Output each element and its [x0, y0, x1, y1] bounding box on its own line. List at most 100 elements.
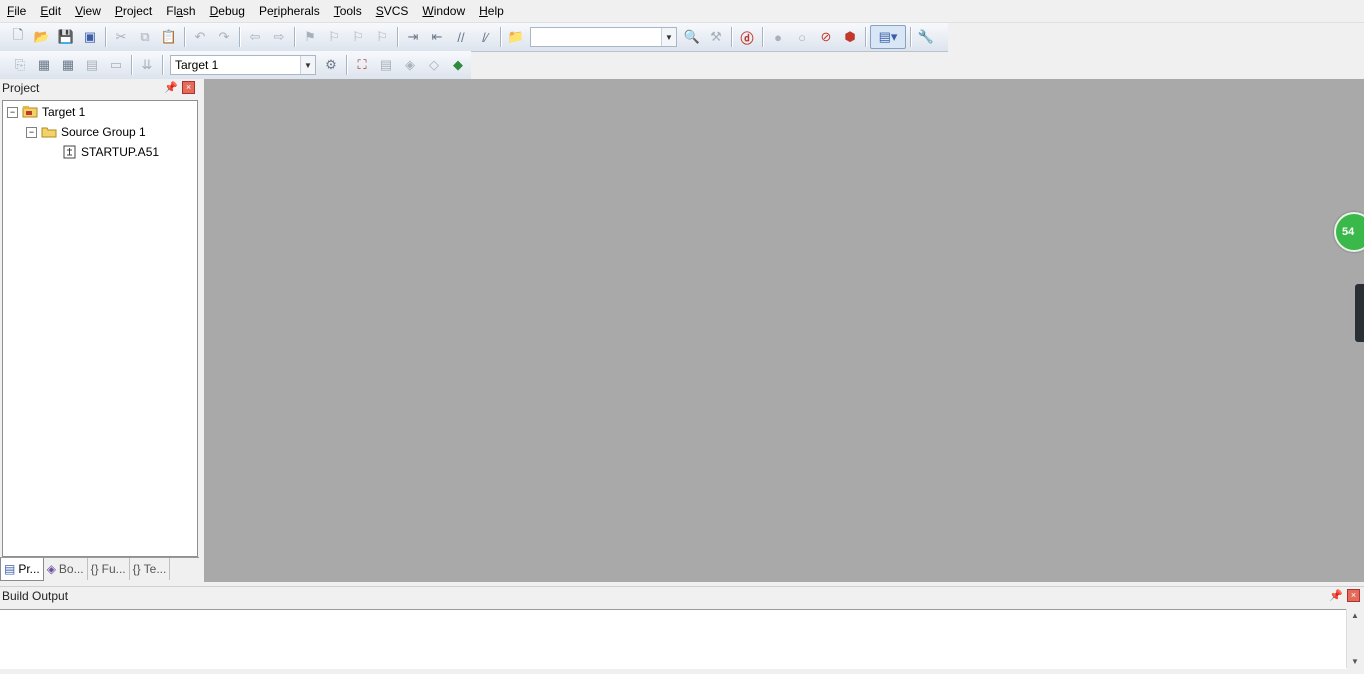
build-output-pane: Build Output 📌 × ▲ ▼ — [0, 586, 1364, 674]
comment-icon[interactable]: // — [450, 26, 472, 48]
tab-books[interactable]: ◈ Bo... — [44, 558, 88, 580]
kill-all-breakpoints-icon[interactable]: ⬢ — [839, 26, 861, 48]
bookmark-icon[interactable]: ⚑ — [299, 26, 321, 48]
disable-all-breakpoints-icon[interactable]: ⊘ — [815, 26, 837, 48]
tab-templates-label: Te... — [143, 562, 167, 576]
tab-templates[interactable]: {} Te... — [130, 558, 171, 580]
manage-components-icon[interactable]: ▤ — [375, 54, 397, 76]
menu-text: ebug — [218, 4, 245, 18]
menu-item[interactable]: File — [0, 0, 33, 22]
batch-build-icon[interactable]: ▤ — [81, 54, 103, 76]
chevron-down-icon[interactable]: ▼ — [661, 28, 676, 46]
project-pane-tabs: ▤ Pr... ◈ Bo... {} Fu... {} Te... — [0, 557, 199, 583]
menu-text: sh — [182, 4, 196, 18]
tab-project[interactable]: ▤ Pr... — [0, 558, 44, 581]
menu-mnemonic: P — [114, 4, 123, 18]
menu-item[interactable]: Flash — [159, 0, 202, 22]
menu-text: iew — [82, 4, 101, 18]
next-bookmark-icon[interactable]: ⚐ — [347, 26, 369, 48]
target-select[interactable]: Target 1 ▼ — [170, 55, 316, 75]
tree-node-group[interactable]: − Source Group 1 — [26, 122, 146, 142]
download-icon[interactable]: ⇊ — [136, 54, 158, 76]
close-icon[interactable]: × — [182, 81, 195, 94]
undo-icon[interactable]: ↶ — [189, 26, 211, 48]
save-all-icon[interactable]: ▣ — [79, 26, 101, 48]
find-icon[interactable]: 🔍 — [681, 26, 703, 48]
tab-books-label: Bo... — [58, 562, 84, 576]
collapse-icon[interactable]: − — [26, 126, 37, 138]
tree-label-file: STARTUP.A51 — [81, 145, 160, 159]
menu-item[interactable]: Peripherals — [252, 0, 327, 22]
save-icon[interactable]: 💾 — [55, 26, 77, 48]
select-packs-icon[interactable]: ◈ — [399, 54, 421, 76]
target-select-value: Target 1 — [175, 58, 219, 72]
open-file-icon[interactable]: 📂 — [31, 26, 53, 48]
project-pane: Project 📌 × − Target 1 − Source Group 1 … — [0, 79, 199, 582]
toolbar-separator — [131, 55, 132, 75]
navigate-back-icon[interactable]: ⇦ — [244, 26, 266, 48]
menu-item[interactable]: SVCS — [369, 0, 416, 22]
menu-mnemonic: W — [422, 4, 434, 18]
menu-item[interactable]: Edit — [33, 0, 68, 22]
stop-build-icon[interactable]: ▭ — [105, 54, 127, 76]
chevron-down-icon[interactable]: ▼ — [300, 56, 315, 74]
tab-functions[interactable]: {} Fu... — [88, 558, 130, 580]
menu-item[interactable]: Tools — [327, 0, 369, 22]
breakpoint-icon[interactable]: ● — [767, 26, 789, 48]
target-options-icon[interactable]: ⚙ — [320, 54, 342, 76]
window-layout-icon[interactable]: ▤▾ — [870, 25, 906, 49]
overlay-badge[interactable]: 54 — [1334, 212, 1364, 252]
indent-icon[interactable]: ⇥ — [402, 26, 424, 48]
output-scrollbar[interactable]: ▲ ▼ — [1346, 609, 1364, 668]
redo-icon[interactable]: ↷ — [213, 26, 235, 48]
navigate-forward-icon[interactable]: ⇨ — [268, 26, 290, 48]
tab-functions-label: Fu... — [101, 562, 126, 576]
close-icon[interactable]: × — [1347, 589, 1360, 602]
disable-breakpoint-icon[interactable]: ○ — [791, 26, 813, 48]
rte-icon[interactable]: ◆ — [447, 54, 469, 76]
debug-session-icon[interactable]: ⓓ — [736, 26, 758, 48]
menu-mnemonic: H — [479, 4, 488, 18]
project-pane-header: Project 📌 × — [0, 79, 199, 98]
configure-icon[interactable]: 🔧 — [915, 26, 937, 48]
build-output-text[interactable] — [0, 609, 1347, 669]
pack-installer-icon[interactable]: ◇ — [423, 54, 445, 76]
menu-mnemonic: a — [176, 4, 183, 18]
build-output-header: Build Output 📌 × — [0, 587, 1364, 606]
prev-bookmark-icon[interactable]: ⚐ — [323, 26, 345, 48]
find-combo[interactable]: ▼ — [530, 27, 677, 47]
scroll-down-icon[interactable]: ▼ — [1351, 657, 1359, 666]
toolbar-separator — [865, 27, 866, 47]
incremental-find-icon[interactable]: ⚒ — [705, 26, 727, 48]
paste-icon[interactable]: 📋 — [158, 26, 180, 48]
side-drawer-handle[interactable] — [1355, 284, 1364, 342]
build-icon[interactable]: ▦ — [33, 54, 55, 76]
menu-item[interactable]: View — [68, 0, 108, 22]
menu-item[interactable]: Window — [415, 0, 472, 22]
menu-item[interactable]: Debug — [203, 0, 252, 22]
menu-item[interactable]: Help — [472, 0, 511, 22]
scroll-up-icon[interactable]: ▲ — [1351, 611, 1359, 620]
translate-icon[interactable]: ⎘ — [9, 54, 31, 76]
find-in-files-icon[interactable]: 📁 — [505, 26, 527, 48]
unindent-icon[interactable]: ⇤ — [426, 26, 448, 48]
tree-node-target[interactable]: − Target 1 — [7, 102, 85, 122]
uncomment-icon[interactable]: /⁄ — [474, 26, 496, 48]
toolbar-separator — [346, 55, 347, 75]
pin-icon[interactable]: 📌 — [1329, 589, 1343, 603]
cut-icon[interactable]: ✂ — [110, 26, 132, 48]
collapse-icon[interactable]: − — [7, 106, 18, 118]
pin-icon[interactable]: 📌 — [164, 81, 178, 95]
menu-mnemonic: V — [75, 4, 83, 18]
toolbar-separator — [731, 27, 732, 47]
copy-icon[interactable]: ⧉ — [134, 26, 156, 48]
toolbar-separator — [762, 27, 763, 47]
rebuild-icon[interactable]: ▦ — [57, 54, 79, 76]
target-folder-icon — [22, 106, 38, 118]
tree-node-file[interactable]: STARTUP.A51 — [63, 142, 159, 162]
manage-project-items-icon[interactable]: ⛶ — [351, 54, 373, 76]
menu-item[interactable]: Project — [108, 0, 159, 22]
new-file-icon[interactable]: 🗋 — [7, 26, 29, 48]
clear-bookmarks-icon[interactable]: ⚐ — [371, 26, 393, 48]
toolbar-separator — [500, 27, 501, 47]
